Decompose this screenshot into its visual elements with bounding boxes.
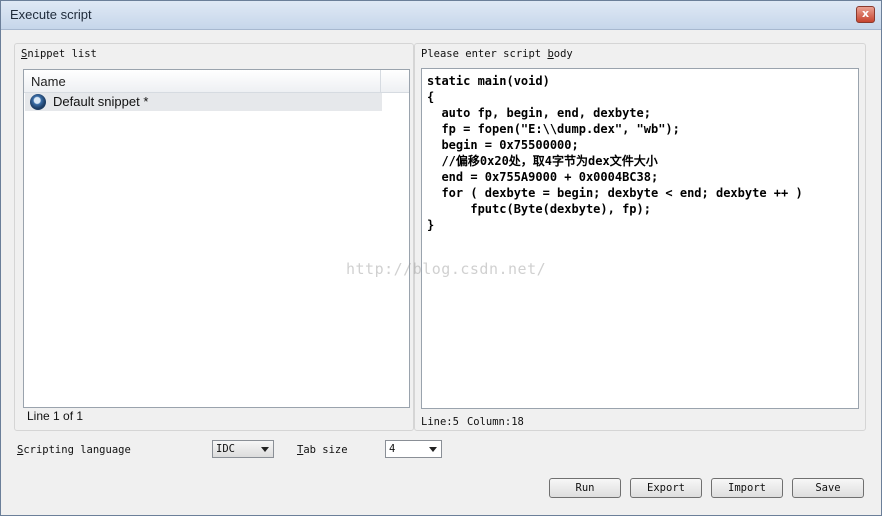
- tab-size-label: Tab size: [297, 444, 348, 456]
- script-editor[interactable]: static main(void) { auto fp, begin, end,…: [421, 68, 859, 409]
- code-line: //偏移0x20处，取4字节为dex文件大小: [427, 154, 658, 168]
- scripting-language-select[interactable]: IDC: [212, 440, 274, 458]
- run-button[interactable]: Run: [549, 478, 621, 498]
- snippet-count: Line 1 of 1: [27, 409, 84, 423]
- list-header: Name: [24, 70, 409, 93]
- tab-size-select[interactable]: 4: [385, 440, 442, 458]
- snippet-icon: [30, 94, 46, 110]
- cursor-line: Line:5: [421, 416, 459, 428]
- column-header-name[interactable]: Name: [24, 70, 381, 92]
- code-line: {: [427, 90, 435, 104]
- scripting-language-label: Scripting language: [17, 444, 131, 456]
- dialog-body: Snippet list Name Default snippet * Line…: [8, 37, 874, 509]
- close-button[interactable]: x: [856, 6, 875, 23]
- code-line: begin = 0x75500000;: [427, 138, 579, 152]
- code-line: fp = fopen("E:\\dump.dex", "wb");: [427, 122, 680, 136]
- window-title: Execute script: [10, 7, 92, 22]
- import-button[interactable]: Import: [711, 478, 783, 498]
- snippet-label: Default snippet *: [53, 94, 149, 109]
- code-line: end = 0x755A9000 + 0x0004BC38;: [427, 170, 659, 184]
- save-button[interactable]: Save: [792, 478, 864, 498]
- chevron-down-icon: [429, 447, 437, 452]
- script-body-label: Please enter script body: [421, 48, 573, 60]
- export-button[interactable]: Export: [630, 478, 702, 498]
- editor-status: Line:5 Column:18: [421, 416, 532, 428]
- code-line: }: [427, 218, 435, 232]
- chevron-down-icon: [261, 447, 269, 452]
- close-icon: x: [861, 7, 870, 20]
- snippet-list-label: Snippet list: [21, 48, 97, 60]
- list-item[interactable]: Default snippet *: [25, 93, 382, 111]
- code-line: auto fp, begin, end, dexbyte;: [427, 106, 651, 120]
- snippet-list[interactable]: Name Default snippet *: [23, 69, 410, 408]
- watermark: http://blog.csdn.net/: [346, 260, 547, 278]
- code-line: fputc(Byte(dexbyte), fp);: [427, 202, 651, 216]
- cursor-column: Column:18: [466, 416, 524, 428]
- execute-script-dialog: Execute script x Snippet list Name Defau…: [0, 0, 882, 516]
- code-line: for ( dexbyte = begin; dexbyte < end; de…: [427, 186, 803, 200]
- code-line: static main(void): [427, 74, 550, 88]
- title-bar: Execute script x: [1, 1, 881, 30]
